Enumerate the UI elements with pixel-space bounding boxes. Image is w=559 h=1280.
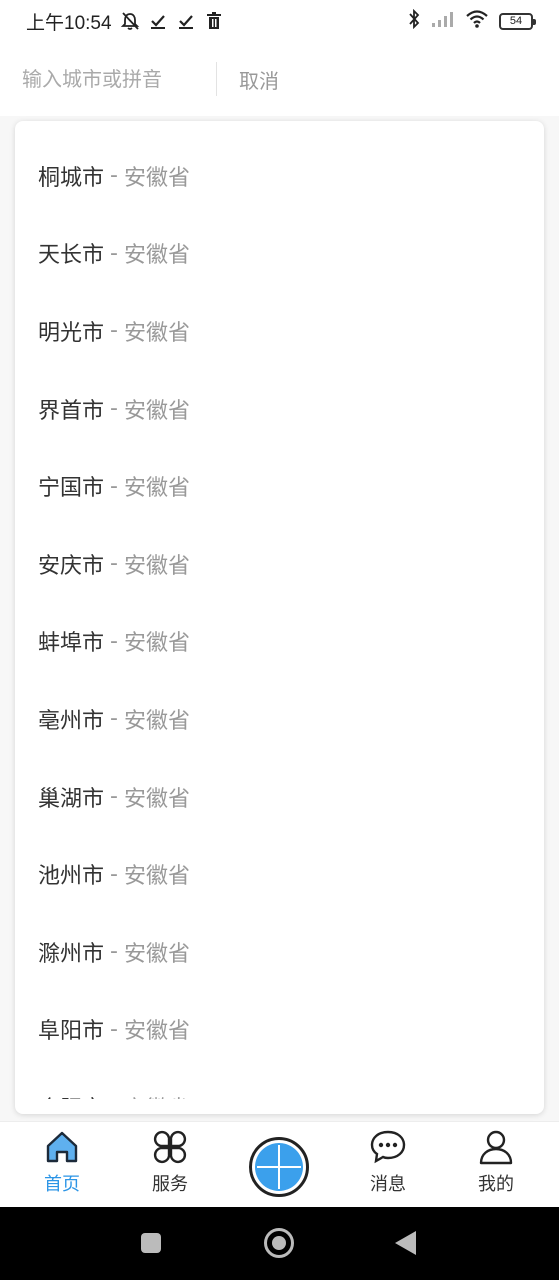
city-name: 巢湖市 — [38, 786, 105, 812]
nav-item-home[interactable]: 首页 — [27, 1128, 97, 1196]
city-name: 合肥市 — [38, 1091, 104, 1099]
nav-item-messages[interactable]: 消息 — [353, 1128, 423, 1196]
bottom-nav: 首页 服务 消息 我的 — [0, 1121, 559, 1207]
nav-label-profile: 我的 — [478, 1174, 514, 1195]
list-item[interactable]: 阜阳市 - 安徽省 — [15, 991, 544, 1069]
check-icon — [148, 11, 168, 31]
city-name: 天长市 — [38, 243, 105, 269]
status-right: 54 — [407, 8, 536, 33]
city-separator: - — [110, 240, 118, 266]
province-name: 安徽省 — [123, 476, 190, 502]
province-name: 安徽省 — [123, 165, 190, 191]
city-separator: - — [110, 473, 118, 499]
wifi-icon — [465, 10, 489, 32]
city-name: 桐城市 — [38, 165, 105, 191]
city-name: 池州市 — [38, 864, 105, 890]
cancel-button[interactable]: 取消 — [239, 65, 279, 94]
city-separator: - — [110, 163, 118, 189]
trash-icon — [204, 11, 224, 31]
status-time: 上午10:54 — [26, 12, 112, 34]
city-name: 安庆市 — [38, 553, 105, 579]
search-input[interactable] — [22, 59, 214, 99]
province-name: 安徽省 — [123, 553, 190, 579]
nav-label-home: 首页 — [44, 1174, 80, 1195]
city-separator: - — [110, 861, 118, 887]
province-name: 安徽省 — [123, 708, 190, 734]
battery-indicator: 54 — [499, 12, 536, 30]
city-separator: - — [110, 1016, 118, 1042]
list-item[interactable]: 桐城市 - 安徽省 — [15, 137, 544, 215]
status-bar: 上午10:54 54 — [0, 0, 559, 42]
nav-item-services[interactable]: 服务 — [135, 1128, 205, 1196]
list-item[interactable]: 明光市 - 安徽省 — [15, 292, 544, 370]
list-item[interactable]: 滁州市 - 安徽省 — [15, 913, 544, 991]
province-name: 安徽省 — [123, 786, 190, 812]
search-bar: 取消 — [0, 42, 559, 116]
add-button[interactable] — [249, 1137, 309, 1197]
city-separator: - — [110, 551, 118, 577]
province-name: 安徽省 — [123, 1019, 190, 1045]
city-name: 宁国市 — [38, 476, 105, 502]
city-list-card: 桐城市 - 安徽省 天长市 - 安徽省 明光市 - 安徽省 界首市 - 安徽省 … — [15, 121, 544, 1114]
add-icon — [255, 1143, 303, 1191]
system-nav-bar — [0, 1207, 559, 1280]
list-item[interactable]: 界首市 - 安徽省 — [15, 370, 544, 448]
city-name: 阜阳市 — [38, 1019, 105, 1045]
province-name: 安徽省 — [123, 864, 190, 890]
nav-label-messages: 消息 — [370, 1174, 406, 1195]
search-divider — [216, 62, 217, 96]
list-item[interactable]: 池州市 - 安徽省 — [15, 835, 544, 913]
list-item[interactable]: 安庆市 - 安徽省 — [15, 525, 544, 603]
city-separator: - — [110, 396, 118, 422]
province-name: 安徽省 — [124, 1091, 190, 1099]
list-item[interactable]: 天长市 - 安徽省 — [15, 215, 544, 293]
nav-item-profile[interactable]: 我的 — [461, 1128, 531, 1196]
services-icon — [151, 1128, 189, 1166]
list-item[interactable]: 亳州市 - 安徽省 — [15, 680, 544, 758]
province-name: 安徽省 — [123, 398, 190, 424]
city-separator: - — [110, 318, 118, 344]
city-name: 明光市 — [38, 320, 105, 346]
home-icon — [43, 1128, 81, 1166]
signal-icon — [431, 11, 455, 31]
home-button-icon[interactable] — [264, 1228, 294, 1258]
recent-apps-icon[interactable] — [141, 1233, 161, 1253]
province-name: 安徽省 — [123, 631, 190, 657]
city-separator: - — [110, 706, 118, 732]
city-name: 界首市 — [38, 398, 105, 424]
user-icon — [477, 1128, 515, 1166]
province-name: 安徽省 — [123, 320, 190, 346]
list-item[interactable]: 蚌埠市 - 安徽省 — [15, 603, 544, 681]
check-icon — [176, 11, 196, 31]
city-name: 亳州市 — [38, 708, 105, 734]
city-separator: - — [110, 784, 118, 810]
city-name: 蚌埠市 — [38, 631, 105, 657]
province-name: 安徽省 — [123, 941, 190, 967]
city-list[interactable]: 桐城市 - 安徽省 天长市 - 安徽省 明光市 - 安徽省 界首市 - 安徽省 … — [15, 121, 544, 1099]
message-icon — [369, 1128, 407, 1166]
list-item[interactable]: 合肥市 - 安徽省 — [15, 1068, 544, 1099]
bluetooth-icon — [407, 8, 421, 33]
status-left: 上午10:54 — [26, 8, 224, 35]
nav-label-services: 服务 — [152, 1174, 188, 1195]
city-separator: - — [110, 939, 118, 965]
city-separator: - — [110, 1094, 118, 1099]
back-icon[interactable] — [395, 1231, 416, 1255]
mute-icon — [120, 11, 140, 31]
list-item[interactable]: 宁国市 - 安徽省 — [15, 447, 544, 525]
list-item[interactable]: 巢湖市 - 安徽省 — [15, 758, 544, 836]
city-name: 滁州市 — [38, 941, 105, 967]
province-name: 安徽省 — [123, 243, 190, 269]
city-separator: - — [110, 628, 118, 654]
